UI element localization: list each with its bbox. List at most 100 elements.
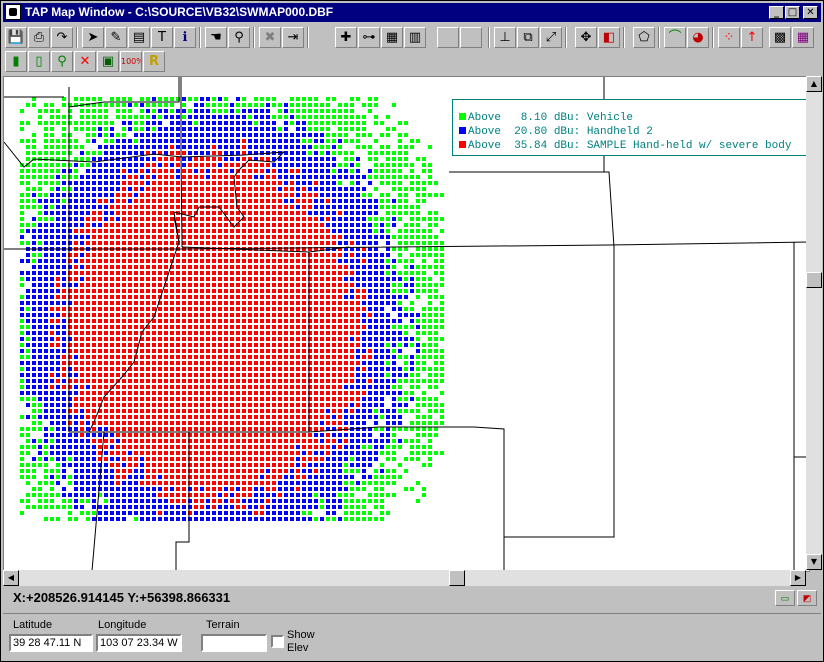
move-icon[interactable]: ✥	[575, 27, 597, 48]
exit-icon[interactable]: ⇥	[282, 27, 304, 48]
horizontal-scrollbar[interactable]: ◀ ▶	[3, 570, 806, 586]
redo-icon[interactable]: ↷	[51, 27, 73, 48]
coverage-dot	[32, 421, 36, 425]
app-icon[interactable]	[5, 4, 21, 20]
search-icon[interactable]: ⚲	[51, 51, 73, 72]
polygon-icon[interactable]: ⬠	[633, 27, 655, 48]
chart-icon[interactable]: ▣	[97, 51, 119, 72]
text-icon[interactable]: T	[151, 27, 173, 48]
tower-icon[interactable]: ▮	[5, 51, 27, 72]
title-bar[interactable]: TAP Map Window - C:\SOURCE\VB32\SWMAP000…	[3, 3, 821, 22]
overlay-icon[interactable]: ◧	[598, 27, 620, 48]
coverage-dot	[164, 505, 168, 509]
coverage-dot	[332, 361, 336, 365]
stack-icon[interactable]: ▤	[128, 27, 150, 48]
coverage-dot	[104, 451, 108, 455]
map-status-icon[interactable]: ▭	[775, 590, 795, 606]
coverage-dot	[374, 373, 378, 377]
zoom-box-icon[interactable]: ⧉	[517, 27, 539, 48]
profile-icon[interactable]: ⌒	[664, 27, 686, 48]
delete-icon[interactable]: ✖	[259, 27, 281, 48]
coverage-dot	[230, 271, 234, 275]
layer-edit-icon[interactable]: ✎	[105, 27, 127, 48]
show-elev-checkbox[interactable]	[271, 635, 284, 648]
minimize-button[interactable]: _	[769, 6, 784, 19]
coverage-dot	[212, 307, 216, 311]
coverage-dot	[248, 307, 252, 311]
coverage-dot	[230, 181, 234, 185]
coverage-dot	[278, 331, 282, 335]
coverage-dot	[242, 289, 246, 293]
grid-icon[interactable]: ▦	[381, 27, 403, 48]
vertical-scroll-thumb[interactable]	[806, 272, 822, 288]
coverage-dot	[218, 139, 222, 143]
coverage-dot	[134, 439, 138, 443]
expand-icon[interactable]: ⤢	[540, 27, 562, 48]
layers-status-icon[interactable]: ◩	[797, 590, 817, 606]
arrow-up-icon[interactable]: ↑	[741, 27, 763, 48]
coverage-dot	[368, 133, 372, 137]
scroll-right-icon[interactable]: ▶	[790, 570, 806, 586]
coverage-dot	[134, 271, 138, 275]
terrain-field[interactable]	[201, 634, 267, 652]
coverage-dot	[302, 271, 306, 275]
coverage-dot	[104, 211, 108, 215]
coverage-dot	[44, 163, 48, 167]
zoom-100-icon[interactable]: 100%	[120, 51, 142, 72]
coverage-dot	[308, 97, 312, 101]
horizontal-scroll-thumb[interactable]	[449, 570, 465, 586]
vertical-scrollbar[interactable]: ▲ ▼	[806, 76, 822, 570]
hand-icon[interactable]: ☚	[205, 27, 227, 48]
pointer-icon[interactable]: ➤	[82, 27, 104, 48]
axis-icon[interactable]: ⊥	[494, 27, 516, 48]
points-icon[interactable]: ⁘	[718, 27, 740, 48]
crosshair-icon[interactable]: ✚	[335, 27, 357, 48]
coverage-dot	[50, 133, 54, 137]
coverage-icon[interactable]: ◕	[687, 27, 709, 48]
coverage-dot	[260, 325, 264, 329]
coverage-dot	[74, 487, 78, 491]
coverage-dot	[290, 445, 294, 449]
coverage-dot	[248, 205, 252, 209]
coverage-dot	[164, 127, 168, 131]
grid-color-icon[interactable]: ▩	[769, 27, 791, 48]
latitude-field[interactable]: 39 28 47.11 N	[9, 634, 93, 652]
map-canvas[interactable]: Above 8.10 dBu: Vehicle Above 20.80 dBu:…	[3, 76, 810, 572]
coverage-dot	[320, 169, 324, 173]
coverage-dot	[398, 175, 402, 179]
cancel-icon[interactable]: ✕	[74, 51, 96, 72]
maximize-button[interactable]: □	[785, 6, 800, 19]
blank-button-1[interactable]	[437, 27, 459, 48]
coverage-dot	[92, 481, 96, 485]
toolbar-separator	[307, 27, 309, 48]
coverage-dot	[410, 187, 414, 191]
info-icon[interactable]: ℹ	[174, 27, 196, 48]
close-button[interactable]: ✕	[803, 6, 818, 19]
coverage-dot	[110, 403, 114, 407]
longitude-field[interactable]: 103 07 23.34 W	[96, 634, 182, 652]
coverage-dot	[314, 433, 318, 437]
coverage-dot	[152, 229, 156, 233]
save-icon[interactable]: 💾	[5, 27, 27, 48]
coverage-dot	[212, 463, 216, 467]
coverage-dot	[182, 433, 186, 437]
coverage-dot	[44, 355, 48, 359]
coverage-dot	[284, 505, 288, 509]
coverage-dot	[62, 271, 66, 275]
coverage-dot	[266, 457, 270, 461]
scroll-down-icon[interactable]: ▼	[806, 554, 822, 570]
ruler-icon[interactable]: ⊶	[358, 27, 380, 48]
coverage-dot	[104, 475, 108, 479]
coverage-dot	[350, 379, 354, 383]
site-icon[interactable]: ▯	[28, 51, 50, 72]
text-format-icon[interactable]: R	[143, 51, 165, 72]
coverage-dot	[158, 157, 162, 161]
print-icon[interactable]: ⎙	[28, 27, 50, 48]
palette-icon[interactable]: ▦	[792, 27, 814, 48]
scroll-left-icon[interactable]: ◀	[3, 570, 19, 586]
coverage-dot	[146, 499, 150, 503]
blank-button-2[interactable]	[460, 27, 482, 48]
scroll-up-icon[interactable]: ▲	[806, 76, 822, 92]
notes-icon[interactable]: ▥	[404, 27, 426, 48]
zoom-icon[interactable]: ⚲	[228, 27, 250, 48]
